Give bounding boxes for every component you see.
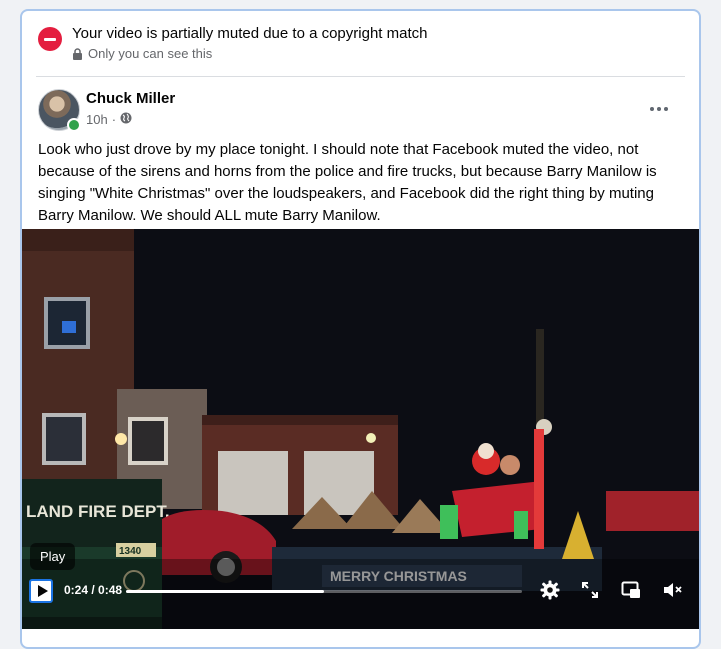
- post-meta: 10h ·: [86, 112, 132, 127]
- notice-divider: [36, 76, 685, 77]
- play-tooltip: Play: [30, 543, 76, 570]
- muted-warning-icon: [38, 27, 62, 51]
- globe-icon[interactable]: [120, 112, 132, 127]
- lock-icon: [72, 47, 83, 60]
- volume-muted-icon[interactable]: [661, 578, 685, 602]
- progress-bar[interactable]: [126, 590, 522, 593]
- notice-subtitle-row: Only you can see this: [72, 46, 212, 61]
- play-button[interactable]: [29, 579, 53, 603]
- post-card: Your video is partially muted due to a c…: [20, 9, 701, 649]
- online-status-icon: [67, 118, 81, 132]
- video-frame: LAND FIRE DEPT. 1340 MERRY CHRISTMAS: [22, 229, 699, 629]
- settings-gear-icon[interactable]: [538, 578, 562, 602]
- post-text: Look who just drove by my place tonight.…: [38, 141, 657, 224]
- video-player[interactable]: LAND FIRE DEPT. 1340 MERRY CHRISTMAS Pla…: [22, 229, 699, 629]
- truck-sign-text: LAND FIRE DEPT.: [26, 502, 170, 521]
- more-options-button[interactable]: [641, 95, 677, 123]
- time-display: 0:24 / 0:48: [64, 583, 122, 597]
- progress-fill: [126, 590, 324, 593]
- notice-title: Your video is partially muted due to a c…: [72, 25, 428, 42]
- meta-separator: ·: [111, 112, 117, 127]
- notice-subtitle: Only you can see this: [88, 46, 213, 61]
- picture-in-picture-icon[interactable]: [619, 578, 643, 602]
- more-options-icon: [650, 107, 654, 111]
- author-name[interactable]: Chuck Miller: [86, 90, 175, 107]
- post-header: Chuck Miller 10h ·: [38, 89, 685, 133]
- current-time: 0:24: [64, 583, 89, 597]
- video-controls: 0:24 / 0:48: [22, 573, 699, 613]
- truck-number-text: 1340: [119, 546, 142, 557]
- time-separator: /: [88, 583, 99, 597]
- copyright-notice: Your video is partially muted due to a c…: [36, 21, 685, 77]
- post-time[interactable]: 10h: [86, 112, 108, 127]
- duration: 0:48: [98, 583, 123, 597]
- fullscreen-icon[interactable]: [578, 578, 602, 602]
